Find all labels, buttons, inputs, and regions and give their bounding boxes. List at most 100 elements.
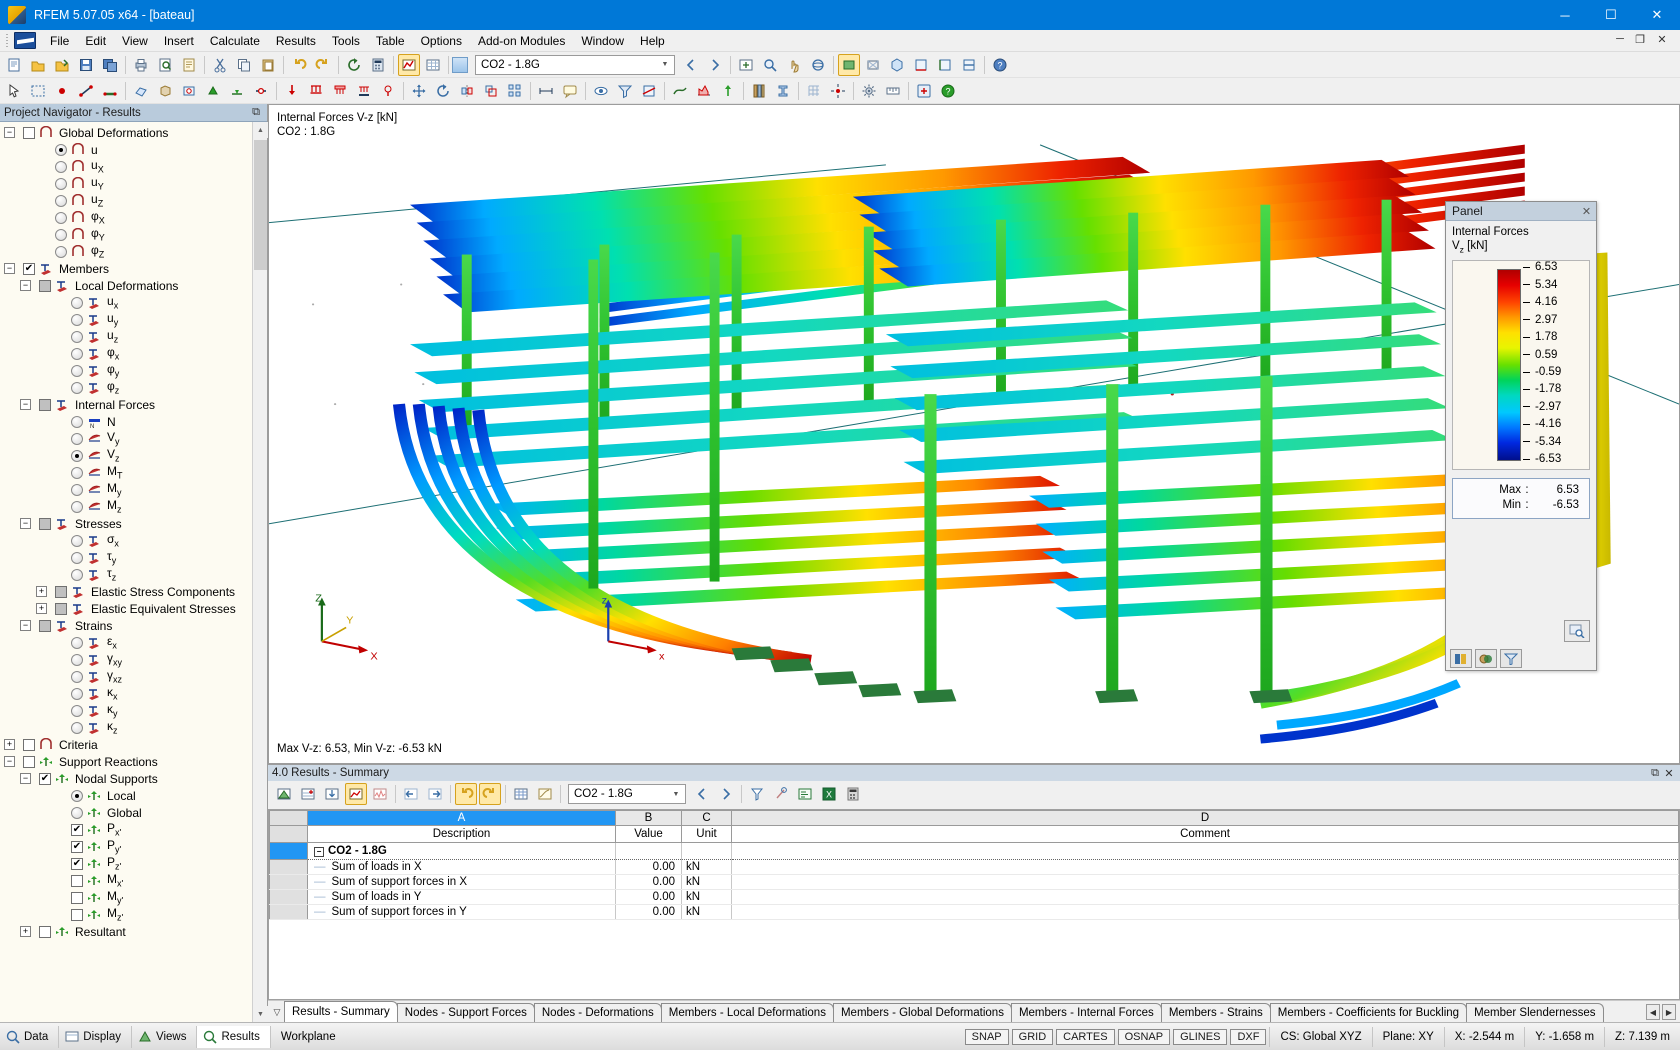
collapse-icon[interactable]: −	[4, 127, 15, 138]
move-icon[interactable]	[408, 80, 430, 102]
collapse-icon[interactable]: −	[4, 756, 15, 767]
row-header[interactable]	[269, 874, 308, 890]
results-table-icon[interactable]	[422, 54, 444, 76]
table-graph-icon[interactable]	[369, 783, 391, 805]
paste-icon[interactable]	[257, 54, 279, 76]
tree-item-x[interactable]: φx	[0, 345, 267, 362]
help-tooltip-icon[interactable]: ?	[989, 54, 1011, 76]
new-file-icon[interactable]	[3, 54, 25, 76]
tree-radio[interactable]	[71, 296, 83, 309]
collapse-icon[interactable]: −	[20, 399, 31, 410]
tree-radio[interactable]	[71, 534, 83, 547]
status-flag-snap[interactable]: SNAP	[964, 1028, 1009, 1045]
tree-radio[interactable]	[71, 568, 83, 581]
surface-load-icon[interactable]	[329, 80, 351, 102]
table-prev-page-icon[interactable]	[400, 783, 422, 805]
corner-cell[interactable]	[269, 810, 308, 826]
copy-icon[interactable]	[233, 54, 255, 76]
navigator-scrollbar[interactable]: ▲ ▼	[252, 122, 268, 1022]
tree-item-y[interactable]: κy	[0, 702, 267, 719]
view-xy-icon[interactable]	[910, 54, 932, 76]
deformation-icon[interactable]	[669, 80, 691, 102]
tree-item-y[interactable]: τy	[0, 549, 267, 566]
member-load-icon[interactable]	[353, 80, 375, 102]
menu-addon-modules[interactable]: Add-on Modules	[470, 31, 573, 51]
tree-checkbox[interactable]	[55, 602, 67, 615]
tree-item-support-reactions[interactable]: − Support Reactions	[0, 753, 267, 770]
addon-module-icon[interactable]	[913, 80, 935, 102]
tree-checkbox[interactable]: ✔	[71, 823, 83, 836]
tree-item-vz[interactable]: Vz	[0, 447, 267, 464]
support-reactions-icon[interactable]	[717, 80, 739, 102]
tree-item-mz[interactable]: Mz'	[0, 906, 267, 923]
new-line-icon[interactable]	[75, 80, 97, 102]
dimension-icon[interactable]	[535, 80, 557, 102]
tree-checkbox[interactable]	[39, 517, 51, 530]
table-undo-icon[interactable]	[455, 783, 477, 805]
results-panel[interactable]: Panel ✕ Internal Forces Vz [kN] 6.53 5.34…	[1445, 201, 1597, 671]
tree-radio[interactable]	[71, 432, 83, 445]
zoom-window-icon[interactable]	[759, 54, 781, 76]
tab-members-strains[interactable]: Members - Strains	[1160, 1003, 1271, 1022]
tree-radio[interactable]	[71, 330, 83, 343]
tree-radio[interactable]	[71, 415, 83, 428]
tree-checkbox[interactable]	[39, 279, 51, 292]
print-preview-icon[interactable]	[154, 54, 176, 76]
panel-tab-colorscale-icon[interactable]	[1450, 649, 1472, 668]
tree-item-z[interactable]: τz	[0, 566, 267, 583]
tree-checkbox[interactable]	[39, 619, 51, 632]
tree-radio[interactable]	[71, 704, 83, 717]
tree-radio[interactable]	[71, 313, 83, 326]
pan-icon[interactable]	[783, 54, 805, 76]
tree-checkbox[interactable]	[23, 126, 35, 139]
table-row[interactable]: — Sum of support forces in Y 0.00 kN	[269, 904, 1679, 920]
help-icon[interactable]: ?	[937, 80, 959, 102]
tree-radio[interactable]	[71, 381, 83, 394]
tree-item-elastic-stress-components[interactable]: + Elastic Stress Components	[0, 583, 267, 600]
menu-edit[interactable]: Edit	[77, 31, 114, 51]
minimize-button[interactable]: ─	[1542, 0, 1588, 30]
tree-checkbox[interactable]: ✔	[71, 857, 83, 870]
tree-checkbox[interactable]: ✔	[23, 262, 35, 275]
tab-next-button[interactable]: ▶	[1662, 1004, 1676, 1020]
calculate-icon[interactable]	[367, 54, 389, 76]
tree-item-global-deformations[interactable]: − Global Deformations	[0, 124, 267, 141]
view-xz-icon[interactable]	[934, 54, 956, 76]
rotate-icon[interactable]	[432, 80, 454, 102]
status-flag-grid[interactable]: GRID	[1011, 1028, 1054, 1045]
select-object-icon[interactable]	[3, 80, 25, 102]
redo-icon[interactable]	[312, 54, 334, 76]
tree-item-uy[interactable]: uY	[0, 175, 267, 192]
collapse-icon[interactable]: −	[20, 280, 31, 291]
row-header[interactable]	[269, 904, 308, 920]
scroll-thumb[interactable]	[254, 140, 267, 270]
table-next-case-icon[interactable]	[715, 783, 737, 805]
scroll-up-arrow[interactable]: ▲	[253, 122, 268, 138]
menu-view[interactable]: View	[114, 31, 156, 51]
tree-item-py[interactable]: ✔ Py'	[0, 838, 267, 855]
filter-icon[interactable]	[614, 80, 636, 102]
col-letter-c[interactable]: C	[681, 810, 732, 826]
panel-zoom-button[interactable]	[1564, 620, 1590, 642]
tree-radio[interactable]	[71, 483, 83, 496]
tree-checkbox[interactable]	[39, 925, 51, 938]
tree-item-px[interactable]: ✔ Px'	[0, 821, 267, 838]
open-recent-icon[interactable]	[51, 54, 73, 76]
expand-icon[interactable]: +	[4, 739, 15, 750]
table-prev-case-icon[interactable]	[691, 783, 713, 805]
tree-item-elastic-equivalent-stresses[interactable]: + Elastic Equivalent Stresses	[0, 600, 267, 617]
table-show-results-icon[interactable]	[345, 783, 367, 805]
tree-checkbox[interactable]	[23, 738, 35, 751]
view-yz-icon[interactable]	[958, 54, 980, 76]
status-tab-results[interactable]: Results	[197, 1025, 271, 1048]
tree-item-n[interactable]: NN	[0, 413, 267, 430]
regenerate-icon[interactable]	[343, 54, 365, 76]
maximize-button[interactable]: ☐	[1588, 0, 1634, 30]
tree-checkbox[interactable]: ✔	[71, 840, 83, 853]
tab-scroll-icon[interactable]: ▽	[270, 1007, 284, 1022]
tab-members-local-deformations[interactable]: Members - Local Deformations	[660, 1003, 834, 1022]
zoom-all-icon[interactable]	[735, 54, 757, 76]
table-row[interactable]: — Sum of loads in Y 0.00 kN	[269, 889, 1679, 905]
open-file-icon[interactable]	[27, 54, 49, 76]
tree-checkbox[interactable]	[55, 585, 67, 598]
